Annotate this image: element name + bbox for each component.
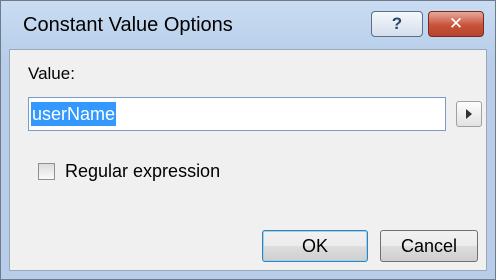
value-text: userName [31, 102, 117, 126]
help-button[interactable]: ? [371, 11, 423, 37]
arrow-right-icon [466, 109, 472, 119]
title-bar[interactable]: Constant Value Options ? ✕ [1, 1, 495, 49]
ok-button[interactable]: OK [262, 230, 368, 262]
value-input[interactable]: userName [28, 97, 446, 131]
value-label: Value: [28, 64, 75, 83]
cancel-button[interactable]: Cancel [380, 230, 478, 262]
dialog-window: Constant Value Options ? ✕ Value: userNa… [0, 0, 496, 280]
close-button[interactable]: ✕ [428, 11, 484, 37]
insert-menu-button[interactable] [456, 101, 482, 127]
ok-label: OK [301, 235, 328, 256]
close-icon: ✕ [448, 14, 464, 33]
regex-label[interactable]: Regular expression [65, 161, 220, 182]
help-icon: ? [391, 14, 403, 33]
dialog-body: Value: userName Regular expression OK Ca… [9, 49, 487, 271]
dialog-title: Constant Value Options [23, 14, 233, 36]
regex-checkbox[interactable] [38, 163, 55, 180]
cancel-label: Cancel [400, 235, 458, 256]
